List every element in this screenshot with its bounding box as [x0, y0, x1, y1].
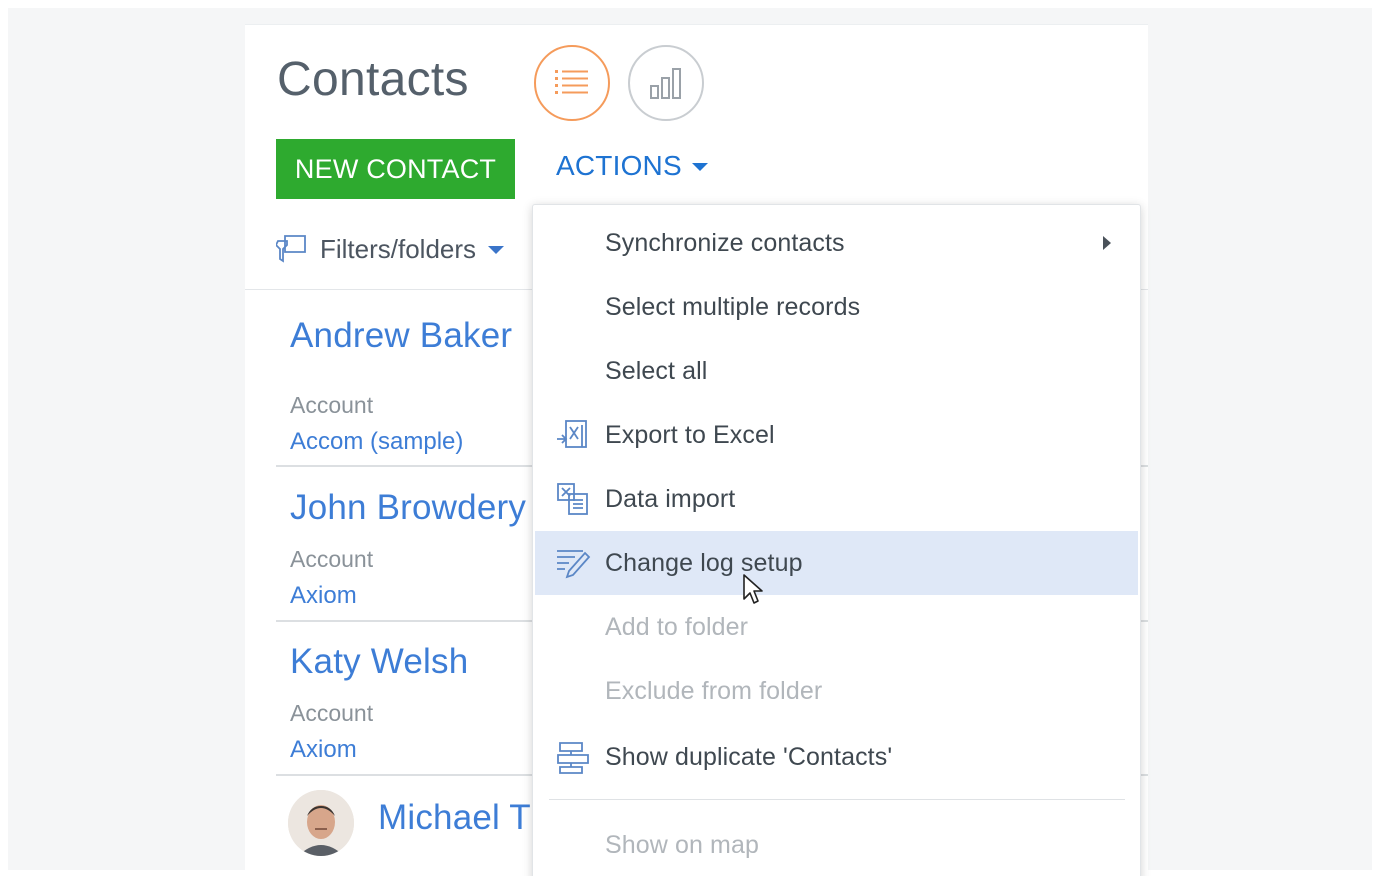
duplicates-icon [557, 742, 589, 774]
menu-divider [549, 799, 1125, 800]
data-import-icon [557, 483, 588, 515]
change-log-icon [557, 550, 591, 579]
list-view-button[interactable] [534, 45, 610, 121]
account-label: Account [290, 700, 374, 726]
export-excel-icon [557, 420, 587, 448]
account-value-link[interactable]: Axiom [290, 736, 357, 764]
contact-name-link[interactable]: Katy Welsh [290, 642, 468, 682]
page-title: Contacts [277, 53, 469, 106]
menu-item-synchronize-contacts[interactable]: Synchronize contacts [535, 211, 1138, 275]
menu-item-data-import[interactable]: Data import [535, 467, 1138, 531]
menu-item-show-on-map[interactable]: Show on map [535, 813, 1138, 876]
menu-item-exclude-from-folder[interactable]: Exclude from folder [535, 659, 1138, 723]
actions-dropdown-menu: Synchronize contacts Select multiple rec… [532, 204, 1141, 876]
account-value-link[interactable]: Axiom [290, 582, 357, 610]
new-contact-button[interactable]: NEW CONTACT [276, 139, 515, 199]
analytics-view-button[interactable] [628, 45, 704, 121]
account-value-link[interactable]: Accom (sample) [290, 428, 463, 456]
actions-label: ACTIONS [556, 150, 682, 181]
account-label: Account [290, 546, 374, 572]
contact-name-link[interactable]: Andrew Baker [290, 316, 512, 356]
mouse-cursor-icon [743, 574, 763, 604]
menu-item-add-to-folder[interactable]: Add to folder [535, 595, 1138, 659]
filters-folders-button[interactable]: Filters/folders [276, 232, 505, 266]
menu-item-show-duplicate-contacts[interactable]: Show duplicate 'Contacts' [535, 725, 1138, 789]
filter-folder-icon [276, 235, 306, 263]
menu-item-export-to-excel[interactable]: Export to Excel [535, 403, 1138, 467]
bar-chart-icon [650, 68, 681, 99]
chevron-down-icon [691, 163, 708, 171]
chevron-right-icon [1103, 236, 1111, 250]
contact-name-link[interactable]: John Browdery [290, 488, 526, 528]
menu-item-select-all[interactable]: Select all [535, 339, 1138, 403]
list-icon [555, 70, 588, 94]
actions-dropdown-button[interactable]: ACTIONS [556, 150, 708, 182]
chevron-down-icon [488, 246, 505, 254]
avatar [288, 790, 354, 856]
filters-label: Filters/folders [320, 233, 477, 264]
menu-item-select-multiple-records[interactable]: Select multiple records [535, 275, 1138, 339]
contact-name-link[interactable]: Michael T [378, 798, 531, 838]
account-label: Account [290, 392, 374, 418]
menu-item-change-log-setup[interactable]: Change log setup [535, 531, 1138, 595]
